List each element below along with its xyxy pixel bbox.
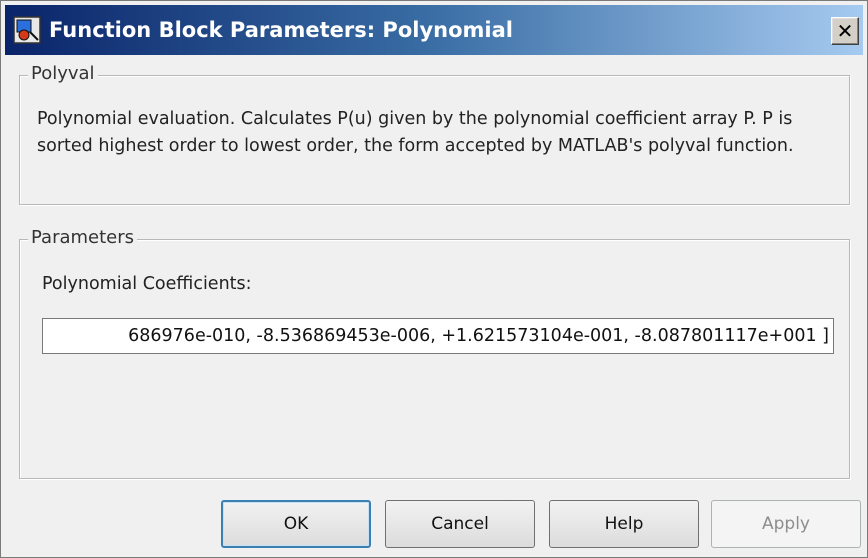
- cancel-button[interactable]: Cancel: [385, 500, 535, 548]
- polyval-group-label: Polyval: [28, 63, 98, 84]
- window-title: Function Block Parameters: Polynomial: [49, 18, 513, 42]
- block-description: Polynomial evaluation. Calculates P(u) g…: [37, 109, 794, 156]
- parameters-group: Parameters Polynomial Coefficients:: [19, 227, 850, 479]
- coefficients-input[interactable]: [42, 318, 834, 354]
- apply-button: Apply: [711, 500, 861, 548]
- parameters-group-label: Parameters: [28, 227, 138, 248]
- dialog-window: Function Block Parameters: Polynomial ✕ …: [0, 0, 868, 558]
- simulink-block-icon: [13, 16, 41, 44]
- title-bar[interactable]: Function Block Parameters: Polynomial ✕: [5, 5, 863, 55]
- help-button[interactable]: Help: [549, 500, 699, 548]
- polyval-group: Polyval Polynomial evaluation. Calculate…: [19, 63, 850, 205]
- close-icon: ✕: [836, 19, 854, 43]
- coefficients-label: Polynomial Coefficients:: [42, 274, 252, 294]
- close-button[interactable]: ✕: [831, 17, 859, 45]
- ok-button[interactable]: OK: [221, 500, 371, 548]
